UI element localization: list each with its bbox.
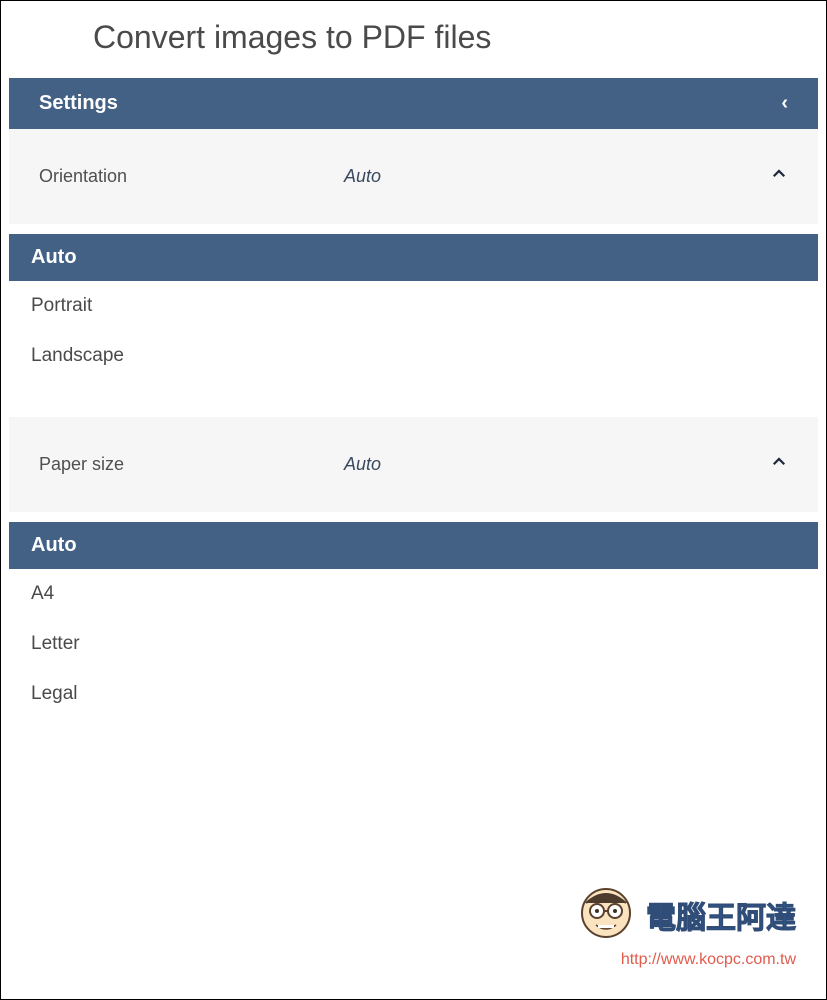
watermark-url: http://www.kocpc.com.tw	[574, 951, 796, 969]
watermark-avatar-icon	[574, 879, 638, 951]
chevron-up-icon	[770, 165, 788, 188]
orientation-dropdown: Auto Portrait Landscape	[9, 234, 818, 381]
paper-size-option-a4[interactable]: A4	[9, 569, 818, 619]
orientation-option-portrait[interactable]: Portrait	[9, 281, 818, 331]
orientation-option-landscape[interactable]: Landscape	[9, 331, 818, 381]
watermark-title-text: 電腦王阿達	[646, 893, 796, 937]
settings-header-label: Settings	[39, 92, 118, 115]
chevron-left-icon: ‹	[781, 92, 788, 115]
paper-size-option-legal[interactable]: Legal	[9, 669, 818, 719]
paper-size-label: Paper size	[39, 454, 344, 475]
orientation-row[interactable]: Orientation Auto	[9, 129, 818, 224]
paper-size-dropdown: Auto A4 Letter Legal	[9, 522, 818, 719]
orientation-label: Orientation	[39, 166, 344, 187]
page-title: Convert images to PDF files	[1, 1, 826, 78]
settings-header[interactable]: Settings ‹	[9, 78, 818, 129]
paper-size-option-letter[interactable]: Letter	[9, 619, 818, 669]
paper-size-row[interactable]: Paper size Auto	[9, 417, 818, 512]
chevron-up-icon	[770, 453, 788, 476]
orientation-value: Auto	[344, 166, 770, 187]
watermark: 電腦王阿達 http://www.kocpc.com.tw	[574, 879, 796, 969]
paper-size-value: Auto	[344, 454, 770, 475]
orientation-option-auto[interactable]: Auto	[9, 234, 818, 281]
paper-size-option-auto[interactable]: Auto	[9, 522, 818, 569]
